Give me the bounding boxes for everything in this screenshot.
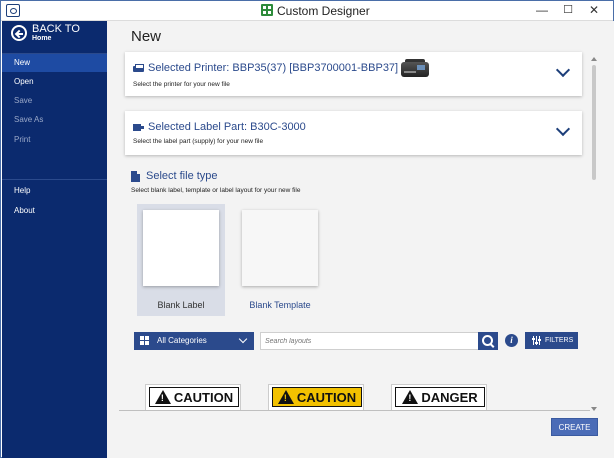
create-button[interactable]: CREATE (551, 418, 598, 436)
sidebar-item-save-as: Save As (14, 115, 44, 124)
sign-text: CAUTION (296, 389, 357, 405)
app-menu-icon[interactable] (6, 4, 20, 17)
grid-icon (140, 336, 150, 346)
printer-icon (133, 64, 144, 73)
danger-sign: DANGER (395, 387, 485, 407)
back-to-home-button[interactable]: BACK TO Home (2, 21, 107, 51)
scroll-up-icon[interactable] (591, 57, 597, 61)
filter-icon (532, 336, 541, 345)
sign-text: CAUTION (173, 389, 234, 405)
sign-text: DANGER (421, 389, 478, 405)
window-title: Custom Designer (277, 4, 370, 18)
printer-subtitle: Select the printer for your new file (133, 81, 230, 88)
title-bar: Custom Designer — ☐ ✕ (1, 1, 613, 21)
sidebar-item-about[interactable]: About (2, 202, 107, 220)
app-window: Custom Designer — ☐ ✕ BACK TO Home New O… (0, 0, 614, 458)
back-subtitle: Home (32, 35, 52, 42)
blank-label-text: Blank Label (157, 300, 205, 310)
file-icon (131, 171, 140, 182)
label-part-label: Selected Label Part: (148, 121, 248, 133)
label-part-subtitle: Select the label part (supply) for your … (133, 138, 264, 145)
blank-label-tile[interactable]: Blank Label (137, 204, 225, 316)
sidebar-item-help[interactable]: Help (2, 182, 107, 200)
printer-value: BBP35(37) [BBP3700001-BBP37] (232, 62, 399, 74)
label-part-card[interactable]: Selected Label Part: B30C-3000 Select th… (125, 111, 582, 155)
main-panel: New Selected Printer: BBP35(37) [BBP3700… (107, 21, 614, 458)
printer-card[interactable]: Selected Printer: BBP35(37) [BBP3700001-… (125, 52, 582, 96)
blank-template-preview (242, 210, 318, 286)
close-button[interactable]: ✕ (581, 1, 607, 20)
minimize-button[interactable]: — (529, 1, 555, 20)
blank-label-preview (143, 210, 219, 286)
caution-sign-yellow: CAUTION (272, 387, 362, 407)
chevron-down-icon (238, 334, 248, 344)
search-button[interactable] (478, 332, 498, 350)
printer-heading: Selected Printer: BBP35(37) [BBP3700001-… (148, 62, 398, 74)
back-arrow-icon (11, 25, 27, 41)
category-select[interactable]: All Categories (134, 332, 254, 350)
scroll-down-icon[interactable] (591, 407, 597, 411)
blank-template-text: Blank Template (249, 300, 311, 310)
sidebar: BACK TO Home New Open Save Save As Print… (2, 21, 107, 458)
custom-designer-logo-icon (261, 4, 273, 16)
footer-divider (119, 410, 592, 411)
layout-card[interactable]: CAUTION (145, 384, 241, 411)
warning-icon (277, 390, 294, 404)
printer-image-icon (399, 58, 431, 78)
filters-button[interactable]: FILTERS (525, 332, 578, 349)
chevron-down-icon[interactable] (555, 121, 571, 137)
file-type-title: Select file type (146, 170, 218, 182)
vertical-scrollbar[interactable] (590, 57, 598, 411)
category-label: All Categories (157, 336, 207, 345)
search-input[interactable] (260, 332, 479, 350)
filters-label: FILTERS (545, 337, 574, 344)
back-title: BACK TO (32, 23, 80, 35)
layout-card[interactable]: CAUTION (268, 384, 364, 411)
label-part-value: B30C-3000 (250, 121, 306, 133)
layout-list: CAUTION CAUTION DANGER (107, 381, 589, 411)
sidebar-item-open[interactable]: Open (2, 73, 107, 91)
scroll-thumb[interactable] (592, 65, 596, 180)
page-title: New (131, 28, 162, 45)
sidebar-item-new[interactable]: New (2, 54, 107, 72)
info-icon[interactable]: i (505, 334, 518, 347)
maximize-button[interactable]: ☐ (555, 1, 581, 20)
warning-icon (154, 390, 171, 404)
file-type-subtitle: Select blank label, template or label la… (131, 187, 301, 194)
blank-template-tile[interactable]: Blank Template (236, 204, 324, 316)
warning-icon (402, 390, 419, 404)
caution-sign: CAUTION (149, 387, 239, 407)
label-icon (133, 123, 144, 132)
printer-label: Selected Printer: (148, 62, 230, 74)
sidebar-item-save: Save (14, 96, 33, 105)
chevron-down-icon[interactable] (555, 62, 571, 78)
sidebar-item-print: Print (14, 135, 31, 144)
label-part-heading: Selected Label Part: B30C-3000 (148, 121, 306, 133)
sidebar-divider (2, 179, 107, 180)
layout-card[interactable]: DANGER (391, 384, 487, 411)
